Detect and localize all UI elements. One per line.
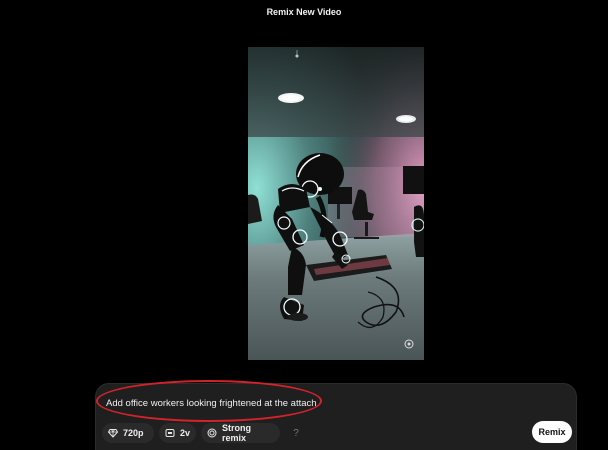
remix-button[interactable]: Remix (532, 421, 572, 443)
quality-label: 720p (123, 428, 144, 438)
video-thumbnail-image (248, 47, 424, 360)
remix-strength-label: Strong remix (222, 423, 251, 443)
remix-page: Remix New Video Add office workers looki… (0, 0, 608, 450)
diamond-icon (108, 428, 118, 438)
variations-selector[interactable]: 2v (159, 423, 196, 443)
video-preview[interactable] (248, 47, 424, 360)
quality-selector[interactable]: 720p (102, 423, 154, 443)
prompt-input[interactable]: Add office workers looking frightened at… (106, 398, 319, 409)
variations-icon (165, 428, 175, 438)
remix-strength-selector[interactable]: Strong remix (201, 423, 280, 443)
variations-label: 2v (180, 428, 191, 438)
remix-strength-icon (207, 428, 217, 438)
help-icon[interactable]: ? (288, 423, 304, 443)
remix-prompt-panel: Add office workers looking frightened at… (95, 383, 577, 450)
page-title: Remix New Video (266, 7, 342, 17)
